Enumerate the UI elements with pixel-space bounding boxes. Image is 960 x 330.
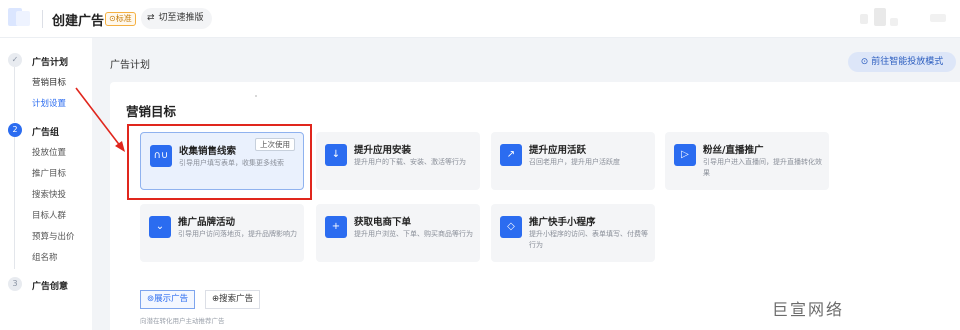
annotation-arrow xyxy=(75,87,125,152)
watermark: 巨宣网络 xyxy=(772,300,845,319)
